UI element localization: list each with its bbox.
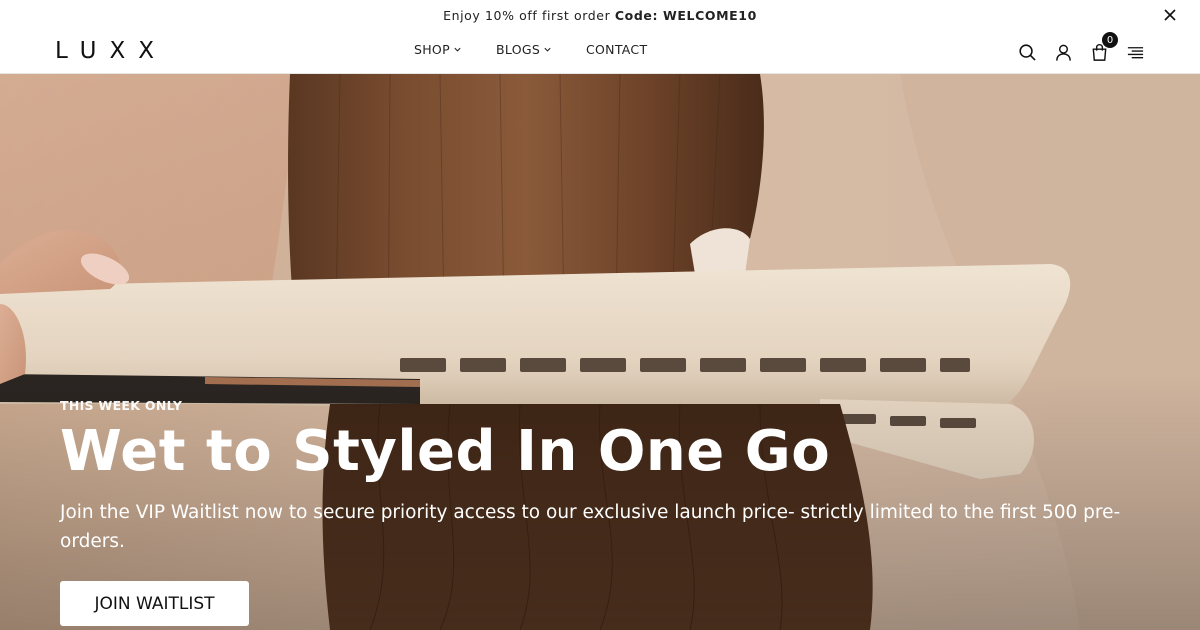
- menu-icon[interactable]: [1126, 43, 1145, 62]
- account-icon[interactable]: [1054, 43, 1073, 62]
- main-nav: SHOP BLOGS CONTACT: [414, 42, 647, 57]
- header-actions: 0: [1018, 32, 1145, 62]
- announcement-bar: Enjoy 10% off first order Code: WELCOME1…: [0, 0, 1200, 30]
- announcement-text: Enjoy 10% off first order Code: WELCOME1…: [443, 8, 757, 23]
- hero-banner: THIS WEEK ONLY Wet to Styled In One Go J…: [0, 74, 1200, 630]
- chevron-down-icon: [544, 47, 551, 52]
- nav-label-shop: SHOP: [414, 42, 450, 57]
- join-waitlist-button[interactable]: JOIN WAITLIST: [60, 581, 249, 626]
- promo-code: Code: WELCOME10: [614, 7, 757, 23]
- nav-item-contact[interactable]: CONTACT: [586, 42, 647, 57]
- site-header: LUXX SHOP BLOGS CONTACT 0: [0, 30, 1200, 74]
- nav-label-contact: CONTACT: [586, 42, 648, 57]
- chevron-down-icon: [454, 47, 461, 52]
- search-icon[interactable]: [1018, 43, 1037, 62]
- cart-button[interactable]: 0: [1090, 32, 1118, 62]
- announcement-message: Enjoy 10% off first order: [443, 7, 615, 23]
- cart-count-badge: 0: [1102, 32, 1118, 48]
- nav-label-blogs: BLOGS: [496, 42, 541, 57]
- close-icon[interactable]: [1162, 7, 1178, 23]
- hero-headline: Wet to Styled In One Go: [60, 419, 831, 484]
- nav-item-shop[interactable]: SHOP: [414, 42, 496, 57]
- hero-subtext: Join the VIP Waitlist now to secure prio…: [60, 502, 1121, 552]
- brand-logo[interactable]: LUXX: [55, 38, 167, 64]
- nav-item-blogs[interactable]: BLOGS: [496, 42, 586, 57]
- hero-eyebrow: THIS WEEK ONLY: [60, 398, 183, 413]
